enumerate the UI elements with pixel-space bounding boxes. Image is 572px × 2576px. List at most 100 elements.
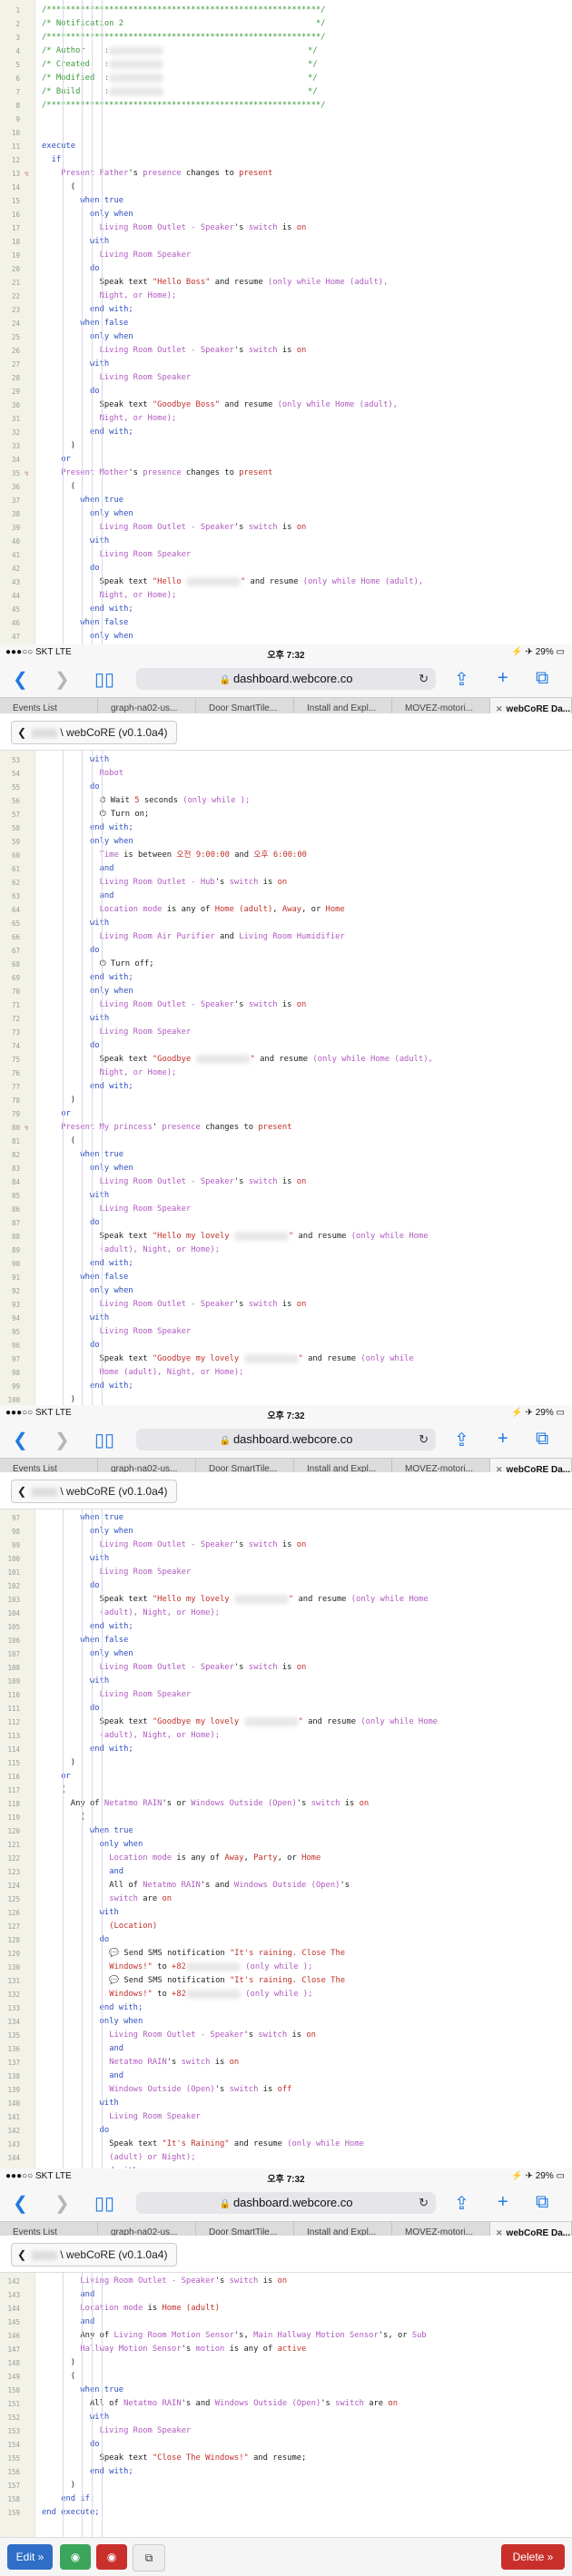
code-line[interactable]: 20 do — [0, 262, 572, 276]
reload-icon[interactable]: ↻ — [419, 668, 429, 690]
code-line[interactable]: 46 when false — [0, 616, 572, 630]
code-line[interactable]: 158 end if; — [0, 2492, 572, 2506]
code-line[interactable]: 146 Any of Living Room Motion Sensor's, M… — [0, 2329, 572, 2343]
new-tab-icon[interactable]: + — [498, 2192, 508, 2213]
code-line[interactable]: 71 Living Room Outlet - Speaker's switch … — [0, 998, 572, 1012]
code-line[interactable]: 74 do — [0, 1039, 572, 1053]
share-icon[interactable]: ⇪ — [454, 668, 469, 691]
code-line[interactable]: 26 Living Room Outlet - Speaker's switch … — [0, 344, 572, 358]
code-line[interactable]: 35 ↯ Present Mother's presence changes to … — [0, 467, 572, 480]
code-line[interactable]: 63 and — [0, 890, 572, 903]
code-line[interactable]: 80 ↯ Present My princess' presence changes… — [0, 1121, 572, 1135]
address-bar[interactable]: 🔒 dashboard.webcore.co ↻ — [136, 1429, 436, 1450]
code-line[interactable]: 32 end with; — [0, 426, 572, 439]
code-line[interactable]: 6 /* Modified : */ — [0, 72, 572, 85]
code-line[interactable]: 157) — [0, 2479, 572, 2492]
code-line[interactable]: 59 only when — [0, 835, 572, 849]
share-icon[interactable]: ⇪ — [454, 1429, 469, 1451]
code-line[interactable]: 25 only when — [0, 330, 572, 344]
code-line[interactable]: 28 Living Room Speaker — [0, 371, 572, 385]
code-line[interactable]: 131 💬 Send SMS notification "It's raining… — [0, 1974, 572, 1988]
code-line[interactable]: 135 Living Room Outlet - Speaker's switch… — [0, 2029, 572, 2042]
code-line[interactable]: 61 and — [0, 862, 572, 876]
code-line[interactable]: 39 Living Room Outlet - Speaker's switch … — [0, 521, 572, 535]
code-line[interactable]: 100) — [0, 1393, 572, 1405]
code-line[interactable]: 33) — [0, 439, 572, 453]
code-line[interactable]: 134 only when — [0, 2015, 572, 2029]
code-line[interactable]: 99 end with; — [0, 1380, 572, 1393]
code-line[interactable]: 137 Netatmo RAIN's switch is on — [0, 2056, 572, 2070]
code-line[interactable]: 56 ⏱ Wait 5 seconds (only while ); — [0, 794, 572, 808]
code-line[interactable]: 114 end with; — [0, 1743, 572, 1756]
code-line[interactable]: 97 when true — [0, 1511, 572, 1525]
code-line[interactable]: 155 Speak text "Close The Windows!" and r… — [0, 2452, 572, 2465]
code-line[interactable]: 44 Night, or Home); — [0, 589, 572, 603]
share-icon[interactable]: ⇪ — [454, 2192, 469, 2215]
code-line[interactable]: 47 only when — [0, 630, 572, 644]
code-line[interactable]: 132 Windows!" to +82 (only while ); — [0, 1988, 572, 2001]
code-line[interactable]: 72 with — [0, 1012, 572, 1026]
reload-icon[interactable]: ↻ — [419, 2192, 429, 2214]
code-line[interactable]: 119( — [0, 1811, 572, 1824]
code-line[interactable]: 67 do — [0, 944, 572, 958]
code-line[interactable]: 30 Speak text "Goodbye Boss" and resume (… — [0, 398, 572, 412]
code-line[interactable]: 145 and — [0, 2315, 572, 2329]
forward-icon[interactable]: ❯ — [54, 668, 70, 691]
code-line[interactable]: 150 when true — [0, 2384, 572, 2397]
code-line[interactable]: 122 Location mode is any of Away, Party, … — [0, 1852, 572, 1865]
code-line[interactable]: 79 or — [0, 1107, 572, 1121]
code-line[interactable]: 94 with — [0, 1312, 572, 1325]
code-line[interactable]: 58 end with; — [0, 821, 572, 835]
code-line[interactable]: 91 when false — [0, 1271, 572, 1284]
code-line[interactable]: 42 do — [0, 562, 572, 575]
code-line[interactable]: 11 execute — [0, 140, 572, 153]
code-line[interactable]: 45 end with; — [0, 603, 572, 616]
camera-icon[interactable]: ◉ — [60, 2544, 91, 2570]
code-line[interactable]: 130 Windows!" to +82 (only while ); — [0, 1961, 572, 1974]
code-line[interactable]: 65 with — [0, 917, 572, 930]
code-line[interactable]: 104 (adult), Night, or Home); — [0, 1607, 572, 1620]
bookmarks-icon[interactable]: ▯▯ — [94, 668, 114, 691]
code-line[interactable]: 141 Living Room Speaker — [0, 2110, 572, 2124]
code-line[interactable]: 124 All of Netatmo RAIN's and Windows Out… — [0, 1879, 572, 1893]
code-line[interactable]: 154 do — [0, 2438, 572, 2452]
code-line[interactable]: 142 Living Room Outlet - Speaker's switch… — [0, 2275, 572, 2288]
code-line[interactable]: 22 Night, or Home); — [0, 290, 572, 303]
code-line[interactable]: 23 end with; — [0, 303, 572, 317]
code-line[interactable]: 19 Living Room Speaker — [0, 249, 572, 262]
code-line[interactable]: 76 Night, or Home); — [0, 1067, 572, 1080]
code-line[interactable]: 140 with — [0, 2097, 572, 2110]
code-line[interactable]: 62 Living Room Outlet - Hub's switch is o… — [0, 876, 572, 890]
code-line[interactable]: 36 ( — [0, 480, 572, 494]
code-line[interactable]: 85 with — [0, 1189, 572, 1203]
code-line[interactable]: 144 Location mode is Home (adult) — [0, 2302, 572, 2315]
code-line[interactable]: 103 Speak text "Hello my lovely " and res… — [0, 1593, 572, 1607]
code-line[interactable]: 15 when true — [0, 194, 572, 208]
code-line[interactable]: 143 and — [0, 2288, 572, 2302]
code-line[interactable]: 95 Living Room Speaker — [0, 1325, 572, 1339]
code-line[interactable]: 136 and — [0, 2042, 572, 2056]
back-icon[interactable]: ❮ — [13, 668, 28, 691]
code-line[interactable]: 57 ⏻ Turn on; — [0, 808, 572, 821]
code-line[interactable]: 115) — [0, 1756, 572, 1770]
back-to-dashboard-button[interactable]: ❮ \ webCoRE (v0.1.0a4) — [11, 2243, 178, 2266]
camera-record-icon[interactable]: ◉ — [96, 2544, 127, 2570]
code-line[interactable]: 126 with — [0, 1906, 572, 1920]
code-line[interactable]: 53 with — [0, 753, 572, 767]
code-line[interactable]: 159 end execute; — [0, 2506, 572, 2520]
address-bar[interactable]: 🔒 dashboard.webcore.co ↻ — [136, 2192, 436, 2214]
code-line[interactable]: 9 — [0, 113, 572, 126]
code-line[interactable]: 16 only when — [0, 208, 572, 221]
code-line[interactable]: 1 /**************************************… — [0, 4, 572, 17]
back-to-dashboard-button[interactable]: ❮ \ webCoRE (v0.1.0a4) — [11, 721, 178, 744]
copy-icon[interactable]: ⧉ — [133, 2544, 165, 2571]
code-line[interactable]: 111 do — [0, 1702, 572, 1716]
code-line[interactable]: 7 /* Build : */ — [0, 85, 572, 99]
code-line[interactable]: 92 only when — [0, 1284, 572, 1298]
code-line[interactable]: 81 ( — [0, 1135, 572, 1148]
code-line[interactable]: 116 or — [0, 1770, 572, 1784]
code-line[interactable]: 3 /**************************************… — [0, 31, 572, 44]
forward-icon[interactable]: ❯ — [54, 1429, 70, 1451]
tabs-overview-icon[interactable]: ⧉ — [536, 668, 548, 689]
code-line[interactable]: 118 Any of Netatmo RAIN's or Windows Outs… — [0, 1797, 572, 1811]
